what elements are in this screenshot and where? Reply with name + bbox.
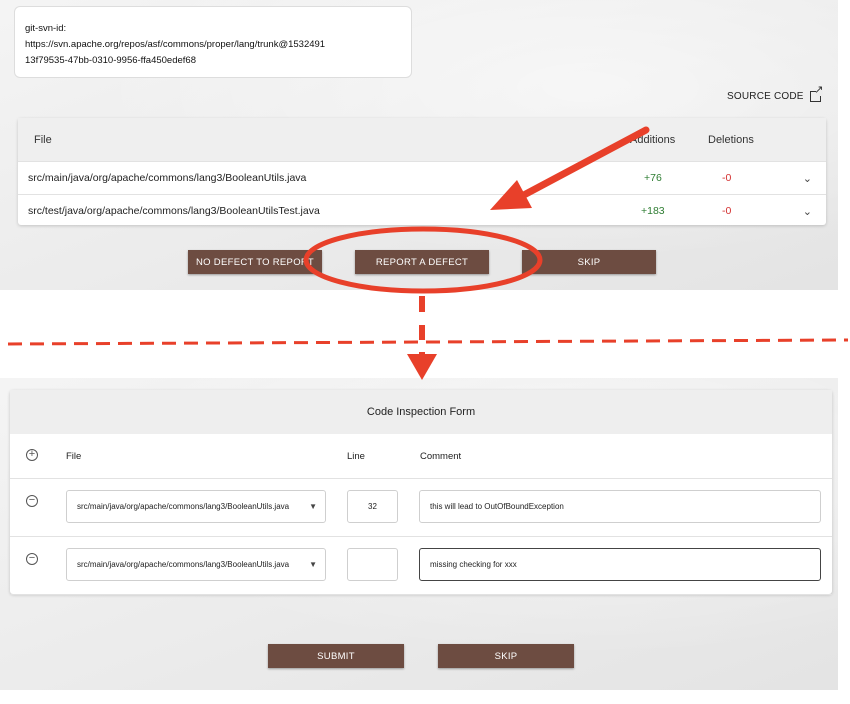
dropdown-caret-icon: ▼ xyxy=(309,502,317,511)
submit-button[interactable]: SUBMIT xyxy=(268,644,404,668)
additions-column-header: Additions xyxy=(630,134,676,146)
deletions-count: -0 xyxy=(722,172,732,184)
form-line-header: Line xyxy=(347,451,365,462)
remove-circle-icon[interactable]: − xyxy=(26,553,38,565)
add-circle-icon[interactable]: + xyxy=(26,449,38,461)
annotation-down-arrow-head xyxy=(407,354,437,380)
file-path: src/test/java/org/apache/commons/lang3/B… xyxy=(28,205,320,217)
chevron-down-icon[interactable]: ⌄ xyxy=(803,205,812,218)
source-code-link[interactable]: SOURCE CODE xyxy=(727,85,824,102)
file-select[interactable]: src/main/java/org/apache/commons/lang3/B… xyxy=(66,490,326,523)
dropdown-caret-icon: ▼ xyxy=(309,560,317,569)
file-select-value: src/main/java/org/apache/commons/lang3/B… xyxy=(77,560,290,569)
form-header-row: + File Line Comment xyxy=(10,434,832,479)
form-file-header: File xyxy=(66,451,82,462)
source-code-label: SOURCE CODE xyxy=(727,91,804,102)
file-changes-table: File Additions Deletions src/main/java/o… xyxy=(18,118,826,225)
additions-count: +183 xyxy=(641,205,665,217)
code-inspection-form: Code Inspection Form + File Line Comment… xyxy=(10,390,832,595)
comment-input[interactable]: this will lead to OutOfBoundException xyxy=(419,490,821,523)
file-table-header: File Additions Deletions xyxy=(18,118,826,161)
chevron-down-icon[interactable]: ⌄ xyxy=(803,172,812,185)
comment-input[interactable]: missing checking for xxx xyxy=(419,548,821,581)
form-comment-header: Comment xyxy=(420,451,462,462)
additions-count: +76 xyxy=(644,172,662,184)
table-row[interactable]: src/main/java/org/apache/commons/lang3/B… xyxy=(18,161,826,194)
table-row[interactable]: src/test/java/org/apache/commons/lang3/B… xyxy=(18,194,826,227)
commit-line-3: 13f79535-47bb-0310-9956-ffa450edef68 xyxy=(25,55,196,66)
commit-line-2: https://svn.apache.org/repos/asf/commons… xyxy=(25,39,326,50)
form-skip-button[interactable]: SKIP xyxy=(438,644,574,668)
remove-circle-icon[interactable]: − xyxy=(26,495,38,507)
file-path: src/main/java/org/apache/commons/lang3/B… xyxy=(28,172,307,184)
external-link-icon xyxy=(809,85,824,102)
no-defect-button[interactable]: NO DEFECT TO REPORT xyxy=(188,250,322,274)
line-input[interactable] xyxy=(347,548,398,581)
file-column-header: File xyxy=(34,134,52,146)
form-row: − src/main/java/org/apache/commons/lang3… xyxy=(10,537,832,595)
commit-line-1: git-svn-id: xyxy=(25,23,67,34)
deletions-column-header: Deletions xyxy=(708,134,754,146)
commit-message: git-svn-id: https://svn.apache.org/repos… xyxy=(14,6,412,78)
skip-button[interactable]: SKIP xyxy=(522,250,656,274)
deletions-count: -0 xyxy=(722,205,732,217)
file-select-value: src/main/java/org/apache/commons/lang3/B… xyxy=(77,502,290,511)
annotation-divider xyxy=(7,338,849,346)
form-row: − src/main/java/org/apache/commons/lang3… xyxy=(10,479,832,537)
file-select[interactable]: src/main/java/org/apache/commons/lang3/B… xyxy=(66,548,326,581)
form-title: Code Inspection Form xyxy=(10,390,832,434)
report-defect-button[interactable]: REPORT A DEFECT xyxy=(355,250,489,274)
line-input[interactable]: 32 xyxy=(347,490,398,523)
